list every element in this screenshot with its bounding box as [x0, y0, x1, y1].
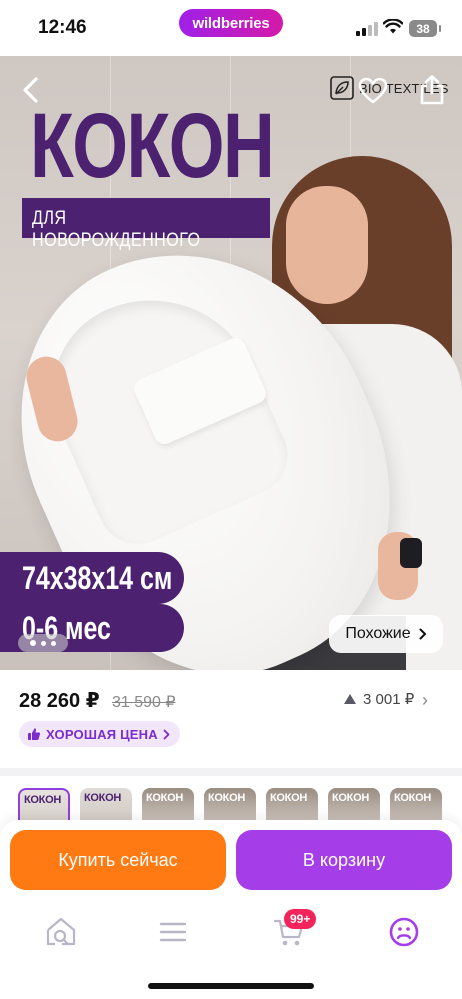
back-arrow-icon[interactable] [16, 74, 48, 106]
hero-subtitle-band: ДЛЯ НОВОРОЖДЕННОГО [22, 198, 270, 251]
status-time: 12:46 [38, 17, 87, 38]
current-price: 28 260 ₽ [19, 690, 100, 712]
add-to-cart-button[interactable]: В корзину [236, 830, 452, 890]
battery-icon: 38 [409, 20, 441, 37]
points-info[interactable]: 3 001 ₽ [343, 690, 414, 708]
product-image[interactable]: КОКОН ДЛЯ НОВОРОЖДЕННОГО 74х38х14 см 0-6… [0, 56, 462, 670]
similar-label: Похожие [345, 625, 411, 642]
section-divider [0, 768, 462, 776]
hero-title: КОКОН [30, 95, 275, 197]
carousel-indicator [18, 634, 68, 652]
wifi-icon [383, 19, 403, 34]
chevron-right-icon[interactable]: › [422, 690, 428, 711]
chevron-right-icon [163, 729, 170, 739]
favorite-heart-icon[interactable] [358, 76, 388, 106]
leaf-icon [330, 76, 354, 100]
thumbs-up-icon [28, 728, 41, 740]
share-icon[interactable] [418, 74, 446, 106]
brand-logo: wildberries [179, 9, 283, 37]
status-bar: 12:46 wildberries 38 [0, 0, 462, 56]
good-price-badge[interactable]: ХОРОШАЯ ЦЕНА [19, 721, 180, 747]
old-price: 31 590 ₽ [112, 694, 176, 711]
home-search-icon[interactable] [44, 915, 78, 949]
triangle-up-icon [344, 694, 356, 704]
menu-icon[interactable] [156, 915, 190, 949]
profile-icon[interactable] [387, 915, 421, 949]
hero-subtitle: ДЛЯ НОВОРОЖДЕННОГО [32, 208, 201, 251]
chevron-right-icon [419, 628, 426, 640]
cellular-signal-icon [356, 22, 378, 36]
home-indicator [148, 983, 314, 989]
size-text: 74х38х14 см [22, 560, 173, 596]
cart-count-badge: 99+ [284, 909, 317, 929]
size-band: 74х38х14 см [0, 552, 184, 604]
buy-now-button[interactable]: Купить сейчас [10, 830, 226, 890]
similar-button[interactable]: Похожие [329, 615, 443, 653]
good-price-text: ХОРОШАЯ ЦЕНА [46, 726, 158, 742]
points-value: 3 001 ₽ [363, 691, 415, 708]
